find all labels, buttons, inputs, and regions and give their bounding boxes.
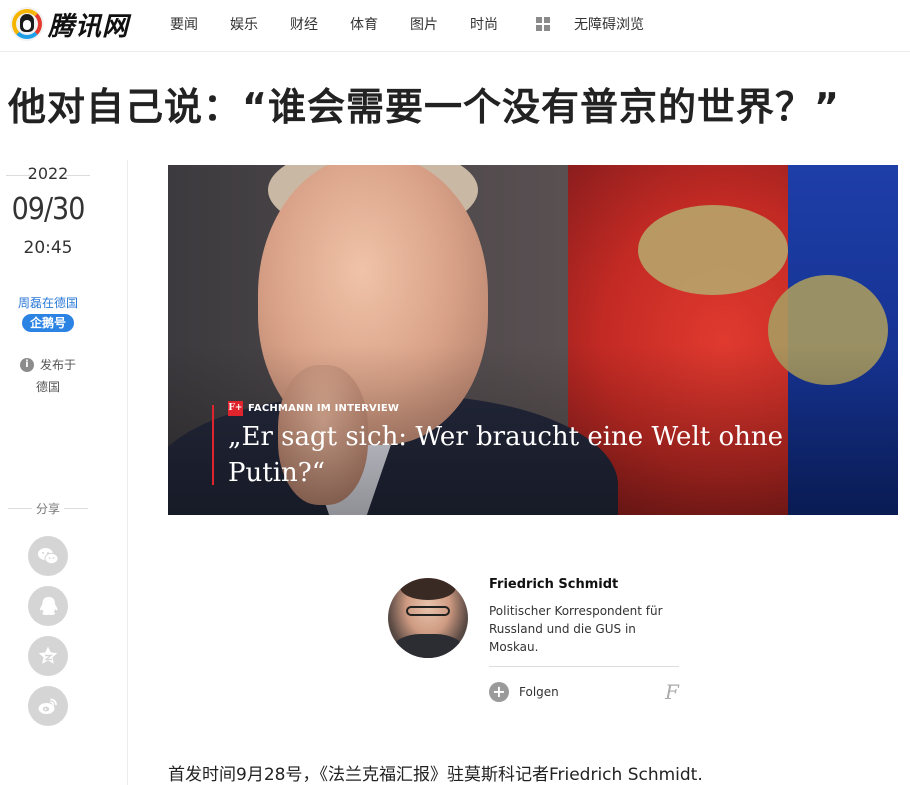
top-navigation-bar: 腾讯网 要闻 娱乐 财经 体育 图片 时尚 无障碍浏览: [0, 0, 910, 52]
hero-headline: „Er sagt sich: Wer braucht eine Welt ohn…: [228, 422, 784, 488]
hero-accent-rule: [212, 405, 214, 485]
share-weibo-button[interactable]: [28, 686, 68, 726]
hero-kicker-text: FACHMANN IM INTERVIEW: [248, 403, 400, 414]
published-in: i 发布于: [20, 356, 76, 373]
author-link[interactable]: 周磊在德国: [0, 294, 96, 311]
info-icon: i: [20, 357, 34, 372]
qq-penguin-logo-icon: [10, 7, 44, 41]
weibo-icon: [38, 698, 57, 714]
hero-kicker: F+ FACHMANN IM INTERVIEW: [228, 401, 399, 416]
author-badge[interactable]: 企鹅号: [22, 314, 74, 332]
more-grid-icon[interactable]: [536, 17, 550, 31]
qq-icon: [40, 597, 58, 615]
share-qq-button[interactable]: [28, 586, 68, 626]
plus-icon: +: [489, 682, 509, 702]
published-location: 德国: [36, 380, 61, 394]
author-card-name: Friedrich Schmidt: [489, 577, 619, 592]
article-meta-sidebar: 2022 09/30 20:45 周磊在德国 企鹅号 i 发布于 德国 分享: [0, 160, 128, 785]
publish-time: 20:45: [23, 238, 73, 258]
main-nav: 要闻 娱乐 财经 体育 图片 时尚 无障碍浏览: [170, 0, 644, 48]
article-title: 他对自己说：“谁会需要一个没有普京的世界？”: [8, 85, 840, 129]
share-label: 分享: [0, 500, 96, 517]
nav-item-pictures[interactable]: 图片: [410, 14, 438, 34]
logo-text: 腾讯网: [48, 11, 130, 42]
divider: [489, 666, 679, 667]
faz-logo-icon: F: [665, 680, 679, 704]
wechat-icon: [38, 548, 59, 565]
nav-item-fashion[interactable]: 时尚: [470, 14, 498, 34]
qzone-star-icon: [38, 646, 58, 664]
nav-item-entertainment[interactable]: 娱乐: [230, 14, 258, 34]
faz-plus-logo-icon: F+: [228, 401, 243, 416]
hero-image: F+ FACHMANN IM INTERVIEW „Er sagt sich: …: [168, 165, 898, 515]
author-card-description: Politischer Korrespondent für Russland u…: [489, 604, 663, 654]
nav-item-sports[interactable]: 体育: [350, 14, 378, 34]
author-avatar: [388, 578, 468, 658]
share-wechat-button[interactable]: [28, 536, 68, 576]
accessibility-link[interactable]: 无障碍浏览: [574, 14, 644, 34]
share-qzone-button[interactable]: [28, 636, 68, 676]
article-lead-paragraph: 首发时间9月28号，《法兰克福汇报》驻莫斯科记者Friedrich Schmid…: [168, 765, 703, 785]
nav-item-finance[interactable]: 财经: [290, 14, 318, 34]
follow-label: Folgen: [519, 685, 559, 699]
follow-button[interactable]: + Folgen: [489, 682, 559, 702]
site-logo[interactable]: 腾讯网: [10, 6, 129, 42]
published-label: 发布于: [40, 358, 77, 372]
publish-date: 09/30: [11, 192, 86, 227]
publish-year: 2022: [0, 164, 96, 183]
nav-item-news[interactable]: 要闻: [170, 14, 198, 34]
